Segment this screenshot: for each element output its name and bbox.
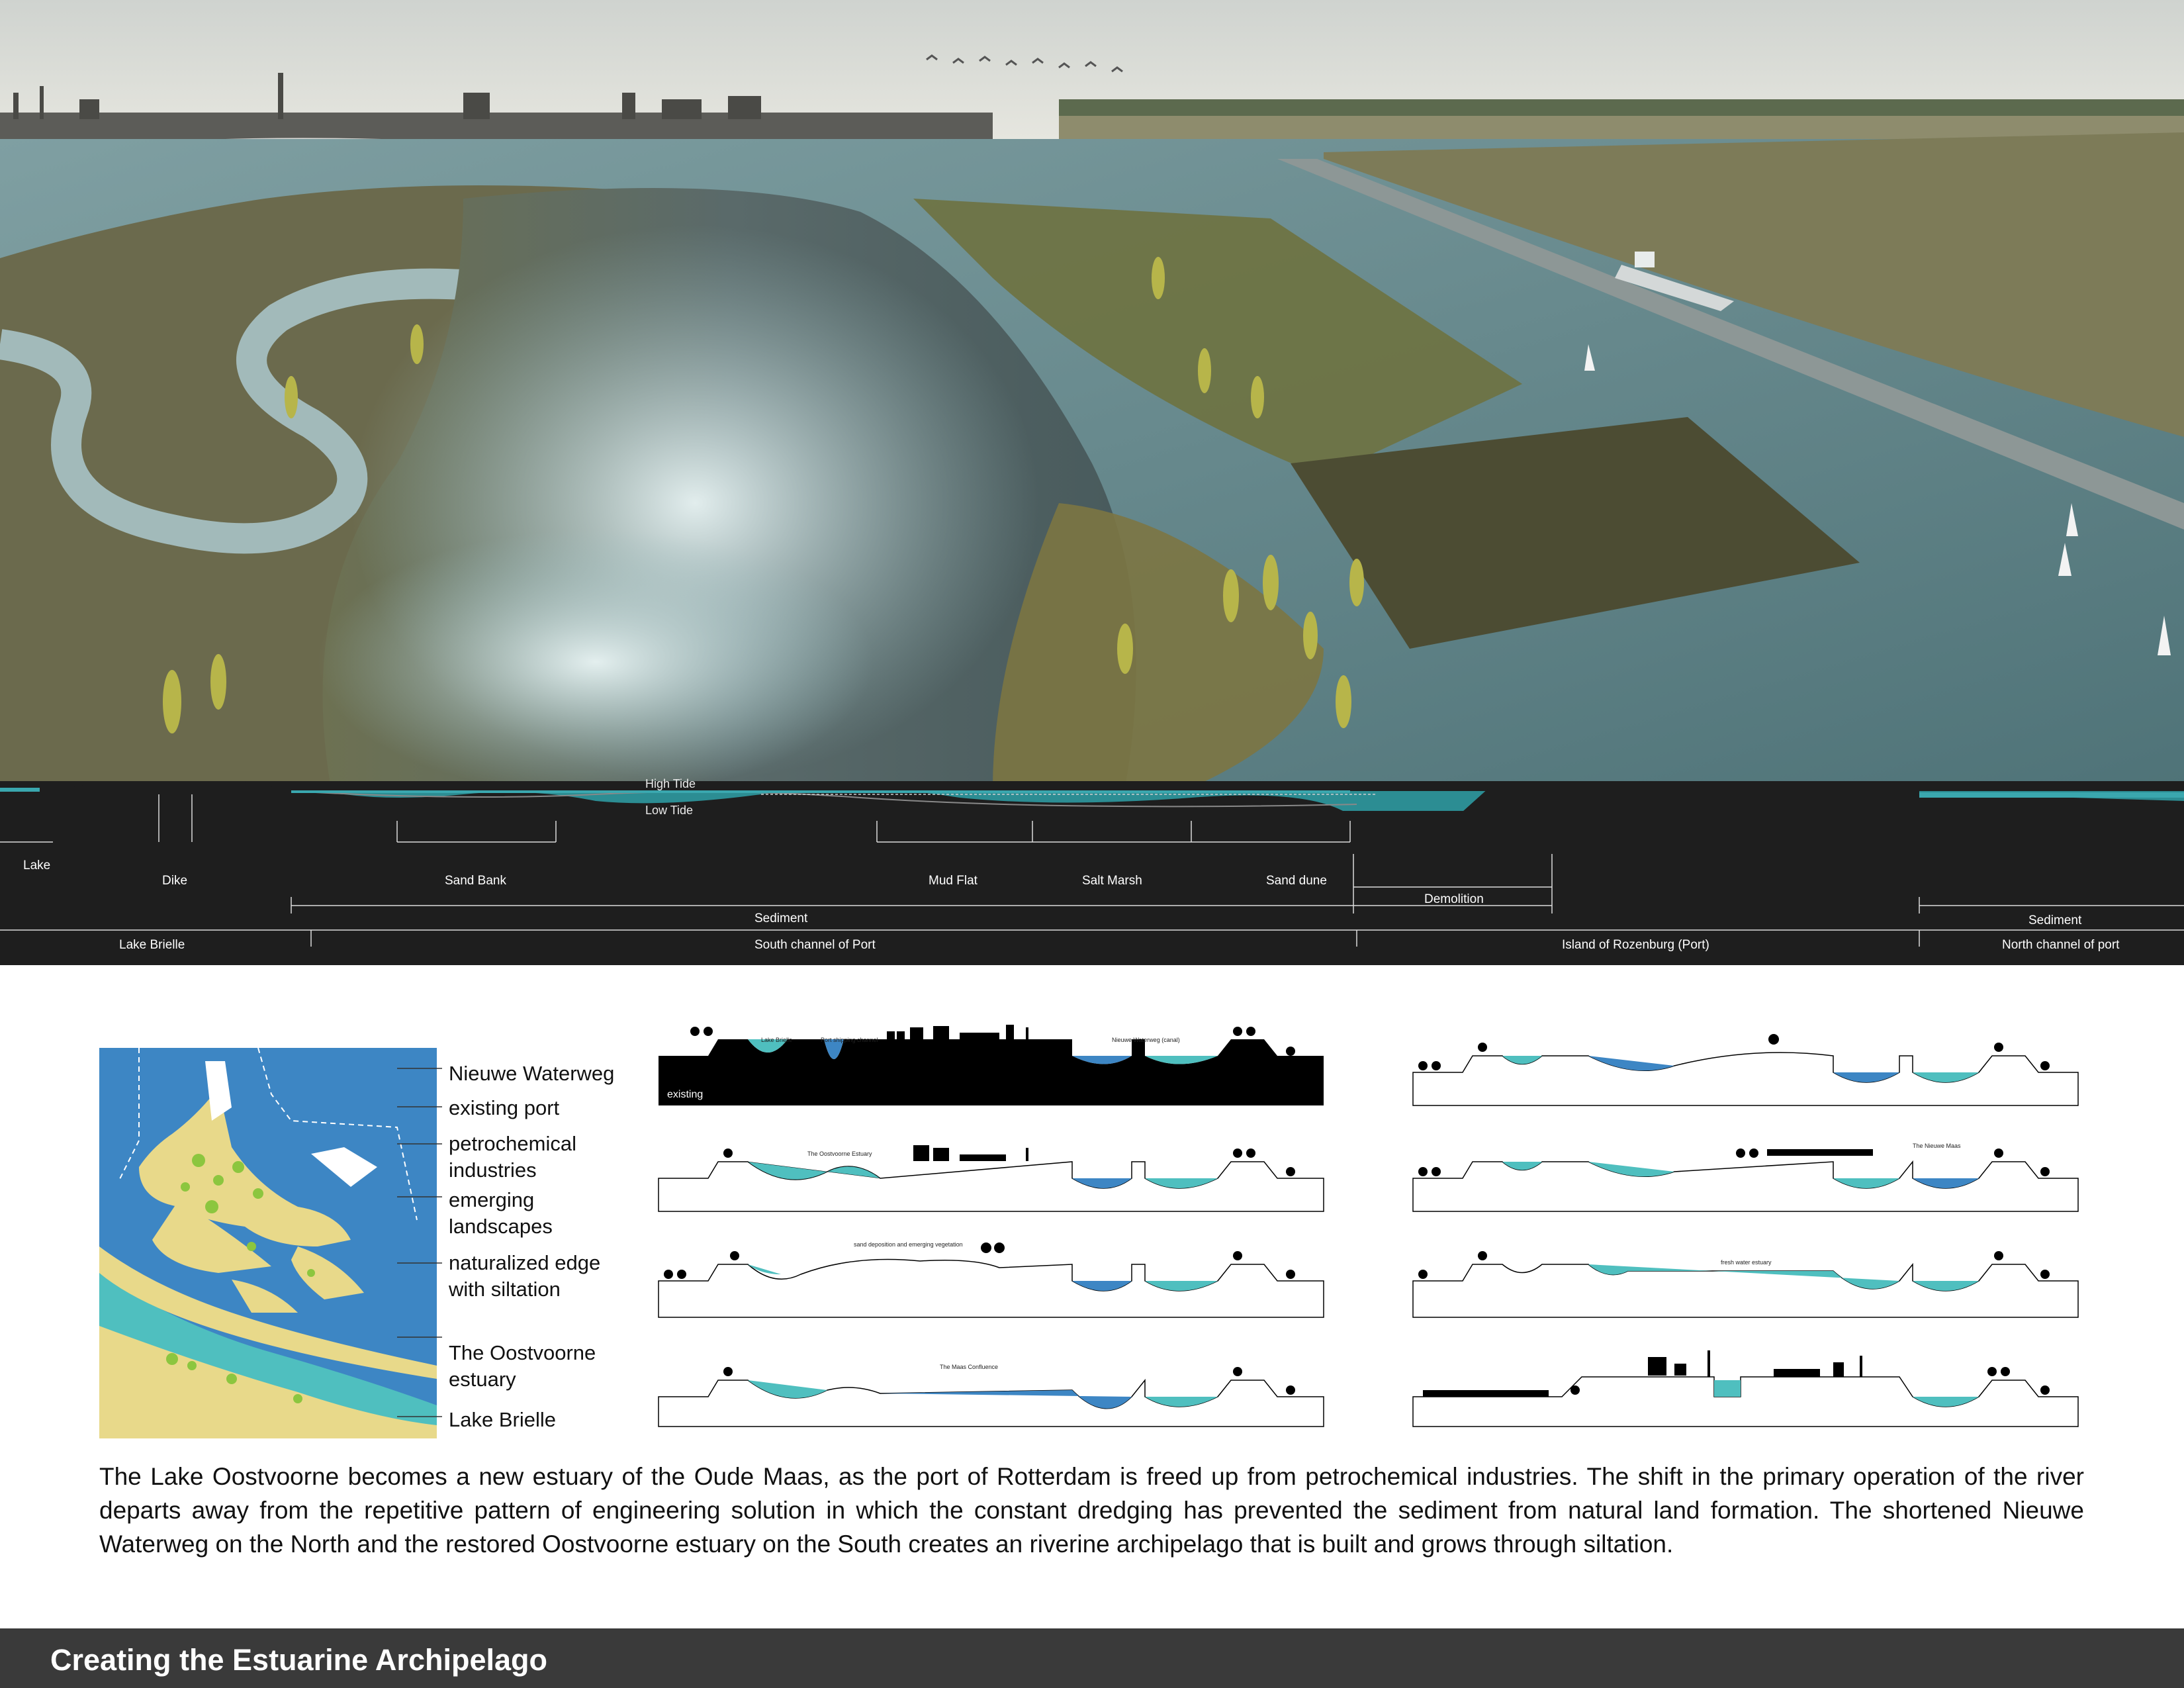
footer-title: Creating the Estuarine Archipelago	[50, 1643, 547, 1677]
cs-existing-label: existing	[667, 1089, 703, 1100]
legend-existing-port: existing port	[449, 1096, 560, 1119]
section-label-sediment: Sediment	[754, 912, 808, 925]
cross-section-right-2: The Nieuwe Maas	[1412, 1143, 2079, 1212]
section-label-sediment-right: Sediment	[2028, 914, 2082, 927]
section-label-sand-bank: Sand Bank	[445, 874, 506, 888]
cs-lake-brielle-label: Lake Brielle	[761, 1037, 792, 1043]
cs-nieuwe-waterweg-label: Nieuwe Waterweg (canal)	[1112, 1037, 1180, 1043]
cross-section-right-3: fresh water estuary	[1412, 1251, 2079, 1318]
section-label-mud-flat: Mud Flat	[929, 874, 978, 888]
cs-nieuwe-maas-label: The Nieuwe Maas	[1913, 1143, 1961, 1149]
section-label-sand-dune: Sand dune	[1266, 874, 1327, 888]
low-tide-label: Low Tide	[645, 804, 694, 817]
section-label-dike: Dike	[162, 874, 188, 888]
cs-sand-deposition-label: sand deposition and emerging vegetation	[854, 1241, 963, 1248]
cross-section-right-4	[1412, 1350, 2079, 1427]
building-icons	[887, 1025, 1028, 1039]
cs-port-channel-label: Port shipping channel	[821, 1037, 878, 1043]
section-label-demolition: Demolition	[1424, 892, 1484, 906]
legend-naturalized-edge: naturalized edge with siltation	[449, 1251, 601, 1301]
zone-label-north-channel: North channel of port	[2002, 938, 2120, 952]
cross-section-left-1: existing Lake Brielle Port shipping chan…	[659, 1025, 1324, 1105]
estuary-landscape-image	[0, 0, 2184, 788]
legend-petrochemical: petrochemical industries	[449, 1132, 576, 1182]
section-profile	[0, 781, 2184, 965]
high-tide-label: High Tide	[645, 777, 696, 790]
cs-fresh-water-label: fresh water estuary	[1721, 1259, 1772, 1266]
cs-oostvoorne-label: The Oostvoorne Estuary	[807, 1150, 872, 1157]
zone-label-island-rozenburg: Island of Rozenburg (Port)	[1562, 938, 1709, 952]
cross-section-left-4: The Maas Confluence	[658, 1364, 1324, 1427]
hero-rendering	[0, 0, 2184, 788]
footer-bar: Creating the Estuarine Archipelago	[0, 1628, 2184, 1688]
cs-maas-confluence-label: The Maas Confluence	[940, 1364, 998, 1370]
zone-label-south-channel: South channel of Port	[754, 938, 876, 952]
zone-label-lake-brielle: Lake Brielle	[119, 938, 185, 952]
site-section-strip: High Tide Low Tide Lake Dike Sand Bank M…	[0, 777, 2184, 965]
legend-lake-brielle: Lake Brielle	[449, 1408, 556, 1431]
section-label-lake: Lake	[23, 859, 51, 872]
site-map	[99, 1047, 437, 1438]
cross-section-left-3: sand deposition and emerging vegetation	[658, 1241, 1324, 1318]
legend-oostvoorne-estuary: The Oostvoorne estuary	[449, 1341, 596, 1391]
section-label-salt-marsh: Salt Marsh	[1082, 874, 1142, 888]
cross-section-left-2: The Oostvoorne Estuary	[658, 1145, 1324, 1212]
legend-nieuwe-waterweg: Nieuwe Waterweg	[449, 1062, 615, 1085]
description-paragraph: The Lake Oostvoorne becomes a new estuar…	[99, 1463, 2084, 1558]
cross-section-right-1	[1412, 1034, 2079, 1106]
legend-emerging-landscapes: emerging landscapes	[449, 1188, 553, 1238]
map-leader-lines	[397, 1068, 442, 1417]
estuary-map-graphic	[99, 1047, 437, 1438]
